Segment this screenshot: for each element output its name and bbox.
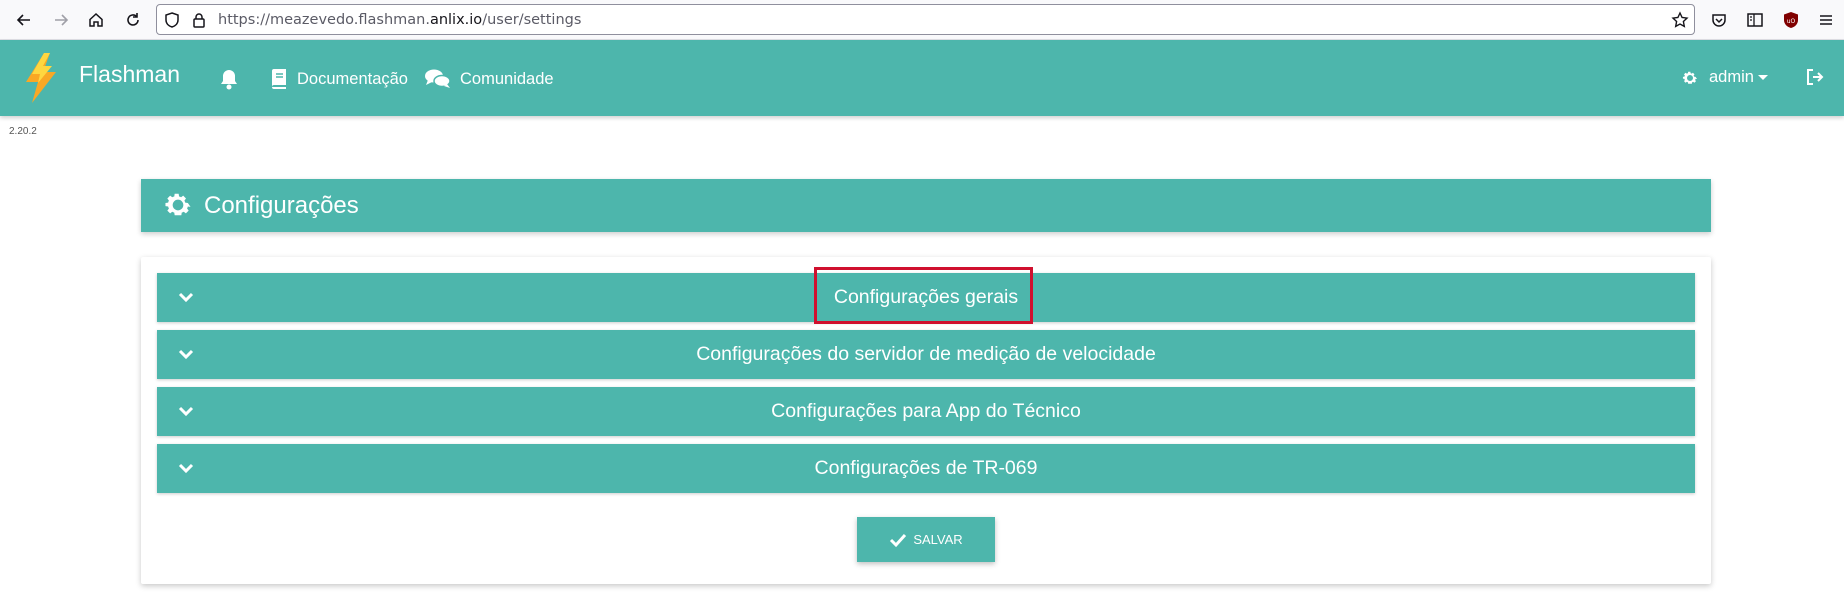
version-label: 2.20.2 xyxy=(9,126,37,137)
shield-icon[interactable] xyxy=(163,11,181,29)
nav-link-documentacao[interactable]: Documentação xyxy=(269,68,408,90)
svg-text:uO: uO xyxy=(1787,18,1796,25)
browser-toolbar: https://meazevedo.flashman.anlix.io/user… xyxy=(0,0,1844,40)
home-icon[interactable] xyxy=(83,7,109,33)
comments-icon xyxy=(425,69,451,88)
save-button[interactable]: SALVAR xyxy=(857,517,995,562)
logout-icon xyxy=(1807,69,1824,85)
notifications-button[interactable] xyxy=(219,68,247,90)
page-title: Configurações xyxy=(204,192,359,219)
gear-icon xyxy=(1682,71,1698,84)
back-icon[interactable] xyxy=(11,7,37,33)
panel-tr069[interactable]: Configurações de TR-069 xyxy=(157,444,1695,493)
page-header: Configurações xyxy=(141,179,1711,232)
panel-label: Configurações do servidor de medição de … xyxy=(696,343,1156,365)
user-menu-label: admin xyxy=(1709,68,1754,86)
settings-gear-icon xyxy=(165,193,191,216)
check-icon xyxy=(890,533,907,547)
panel-label: Configurações de TR-069 xyxy=(814,457,1038,479)
reload-icon[interactable] xyxy=(120,7,146,33)
highlight-box xyxy=(814,267,1033,324)
bell-icon xyxy=(221,70,237,90)
panel-servidor-medicao[interactable]: Configurações do servidor de medição de … xyxy=(157,330,1695,379)
flashman-logo-icon[interactable] xyxy=(22,52,58,104)
book-icon xyxy=(272,69,286,89)
pocket-icon[interactable] xyxy=(1708,9,1730,31)
url-text: https://meazevedo.flashman.anlix.io/user… xyxy=(218,12,582,28)
panel-label: Configurações para App do Técnico xyxy=(771,400,1081,422)
logout-button[interactable] xyxy=(1806,68,1824,91)
nav-link-comunidade[interactable]: Comunidade xyxy=(424,68,554,90)
menu-icon[interactable] xyxy=(1815,9,1837,31)
bookmark-star-icon[interactable] xyxy=(1671,11,1689,29)
save-button-label: SALVAR xyxy=(913,532,963,547)
user-menu-dropdown[interactable]: admin xyxy=(1681,68,1768,87)
caret-down-icon xyxy=(1757,75,1768,80)
ublock-icon[interactable]: uO xyxy=(1780,9,1802,31)
forward-icon[interactable] xyxy=(48,7,74,33)
panel-app-tecnico[interactable]: Configurações para App do Técnico xyxy=(157,387,1695,436)
brand-name[interactable]: Flashman xyxy=(79,61,180,88)
nav-link-comunidade-label: Comunidade xyxy=(460,69,554,88)
lock-icon[interactable] xyxy=(190,11,208,29)
address-bar[interactable]: https://meazevedo.flashman.anlix.io/user… xyxy=(156,4,1695,35)
nav-link-documentacao-label: Documentação xyxy=(297,69,408,88)
reader-view-icon[interactable] xyxy=(1744,9,1766,31)
app-navbar: Flashman Documentação Comunidade admin xyxy=(0,40,1844,116)
